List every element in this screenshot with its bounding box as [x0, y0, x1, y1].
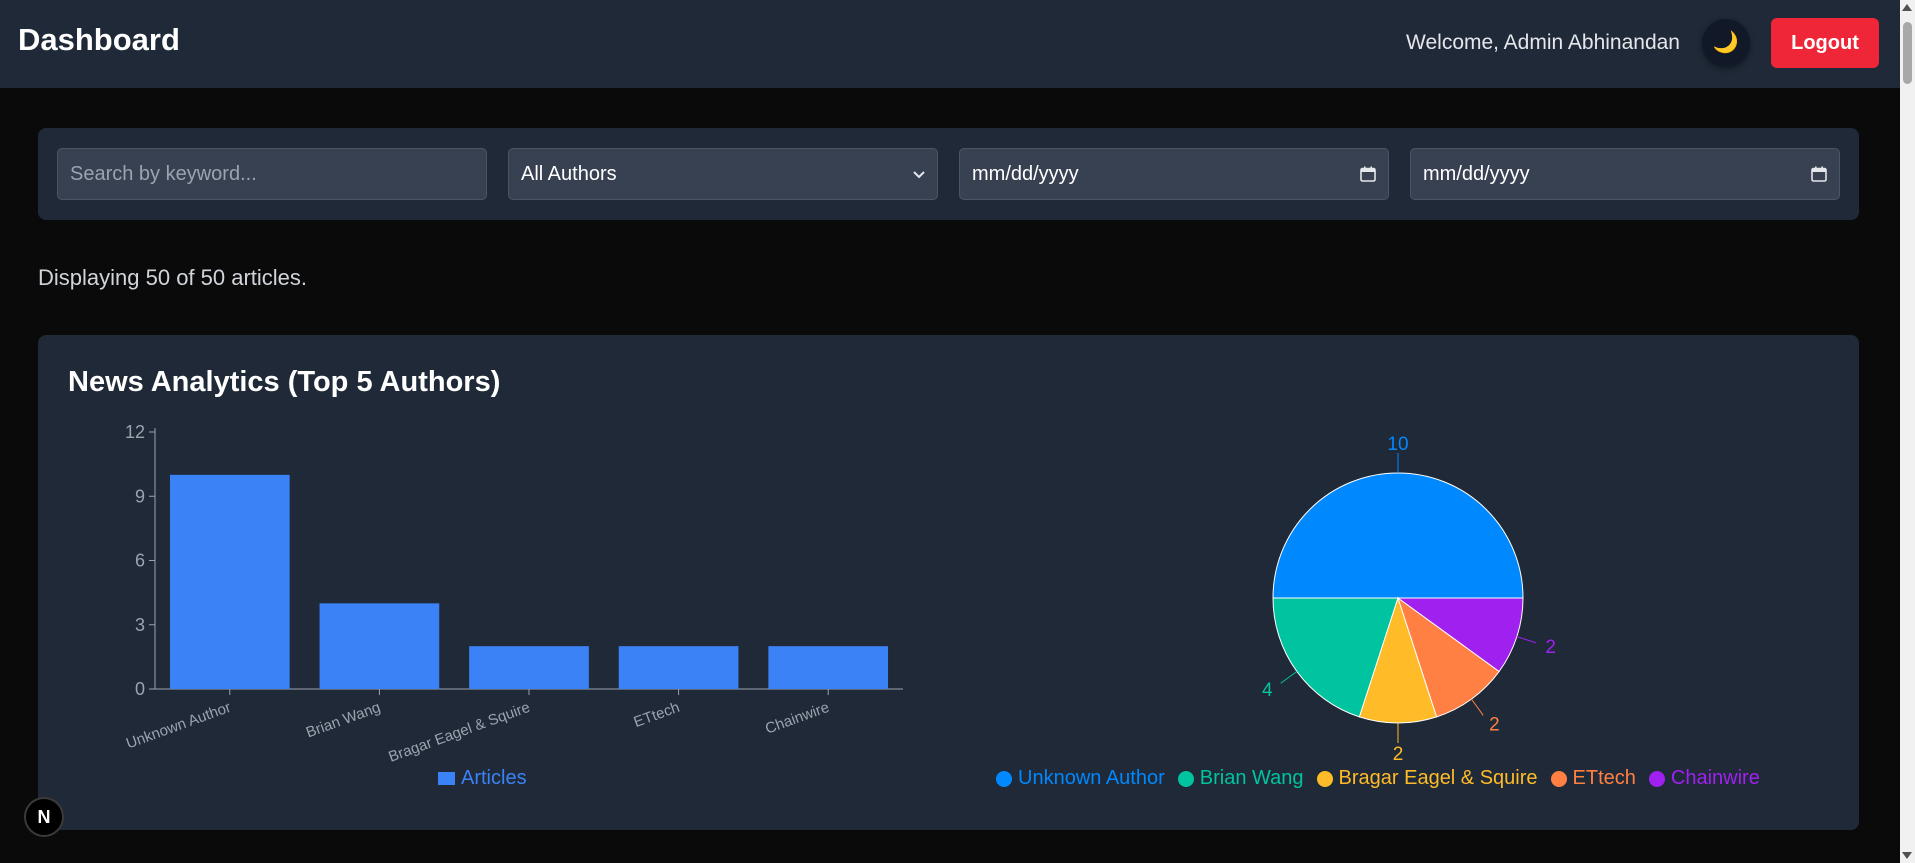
legend-dot: [996, 770, 1012, 787]
pie-value-label: 10: [1387, 434, 1408, 455]
filter-panel: Search by keyword... All Authors mm/dd/y…: [38, 128, 1859, 220]
pie-legend-item[interactable]: ETtech: [1550, 767, 1636, 790]
pie-value-label: 2: [1545, 637, 1556, 658]
bar: [469, 646, 589, 689]
legend-dot: [1648, 770, 1665, 787]
pie-legend-label: Brian Wang: [1199, 767, 1304, 789]
analytics-card: News Analytics (Top 5 Authors) 0 3 6 9 12 Unk…: [38, 335, 1859, 830]
legend-swatch-articles: [438, 772, 455, 785]
pie-label-line: [1280, 671, 1298, 684]
legend-dot: [1316, 770, 1333, 787]
pie-legend-label: Chainwire: [1670, 767, 1760, 789]
date-to-input[interactable]: mm/dd/yyyy: [1410, 148, 1840, 200]
app-title: Dashboard: [18, 22, 180, 57]
calendar-icon[interactable]: [1360, 166, 1376, 182]
results-count: Displaying 50 of 50 articles.: [38, 265, 308, 290]
legend-dot: [1177, 770, 1194, 787]
pie-label-line: [1516, 636, 1537, 644]
y-tick-label: 6: [135, 551, 145, 571]
scroll-up-arrow-icon[interactable]: [1902, 4, 1912, 11]
bar-legend[interactable]: Articles: [438, 767, 527, 790]
pie-legend-item[interactable]: Chainwire: [1648, 767, 1760, 790]
analytics-charts: 0 3 6 9 12 Unknown Author Brian Wang Bragar Eag…: [124, 422, 1556, 766]
pie-label-line: [1471, 698, 1484, 716]
scroll-thumb[interactable]: [1903, 22, 1912, 84]
search-placeholder: Search by keyword...: [70, 162, 257, 185]
legend-label-articles: Articles: [461, 767, 527, 789]
pie-legend-item[interactable]: Brian Wang: [1177, 767, 1304, 790]
scroll-down-arrow-icon[interactable]: [1902, 852, 1912, 859]
nextjs-dev-badge[interactable]: N: [24, 797, 64, 837]
author-select-value: All Authors: [521, 162, 617, 185]
theme-toggle-button[interactable]: 🌙: [1702, 19, 1750, 67]
date-from-placeholder: mm/dd/yyyy: [972, 162, 1079, 185]
welcome-text: Welcome, Admin Abhinandan: [1406, 31, 1680, 54]
logout-button[interactable]: Logout: [1771, 18, 1879, 68]
y-tick-label: 9: [135, 486, 145, 506]
pie-value-label: 4: [1262, 680, 1273, 701]
pie-legend-label: Bragar Eagel & Squire: [1338, 767, 1538, 789]
calendar-icon[interactable]: [1811, 166, 1827, 182]
pie-value-label: 2: [1393, 744, 1404, 765]
y-tick-label: 0: [135, 679, 145, 699]
top-navbar: Dashboard Welcome, Admin Abhinandan 🌙 Lo…: [0, 0, 1900, 88]
y-tick-label: 3: [135, 615, 145, 635]
pie-legend-item[interactable]: Bragar Eagel & Squire: [1316, 767, 1538, 790]
bar: [319, 603, 440, 689]
x-tick-label: Unknown Author: [124, 699, 233, 753]
date-to-placeholder: mm/dd/yyyy: [1423, 162, 1530, 185]
search-input[interactable]: Search by keyword...: [57, 148, 487, 200]
author-select[interactable]: All Authors: [508, 148, 938, 200]
pie-legend-item[interactable]: Unknown Author: [996, 767, 1165, 790]
legend-dot: [1550, 770, 1567, 787]
y-tick-label: 12: [125, 422, 145, 442]
chevron-down-icon: [913, 166, 925, 182]
vertical-scrollbar[interactable]: [1900, 0, 1915, 863]
date-from-input[interactable]: mm/dd/yyyy: [959, 148, 1389, 200]
bar: [768, 646, 889, 689]
pie-legend-label: Unknown Author: [1018, 767, 1165, 789]
bar: [169, 474, 290, 689]
pie-value-label: 2: [1489, 714, 1500, 735]
moon-icon: 🌙: [1712, 31, 1740, 54]
x-tick-label: Brian Wang: [304, 699, 383, 742]
x-tick-label: Bragar Eagel & Squire: [386, 699, 532, 766]
pie-legend: Unknown Author Brian Wang Bragar Eagel & S…: [996, 767, 1760, 790]
x-tick-label: Chainwire: [763, 699, 831, 738]
x-tick-label: ETtech: [631, 699, 681, 731]
bar: [618, 646, 739, 689]
pie-legend-label: ETtech: [1572, 767, 1636, 789]
pie-slice: [1272, 472, 1524, 599]
